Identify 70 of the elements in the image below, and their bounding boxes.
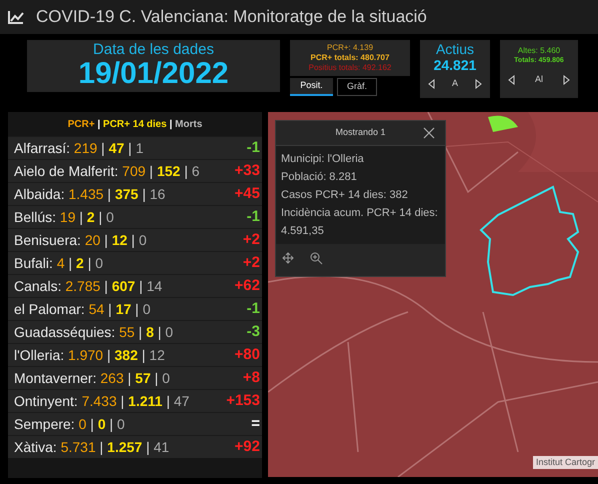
list-row[interactable]: Xàtiva: 5.731 | 1.257 | 41 +92 [8,435,262,458]
list-row[interactable]: Bellús: 19 | 2 | 0 -1 [8,205,262,228]
change-value: +45 [234,184,260,204]
municipality-stats: Benisuera: 20 | 12 | 0 [14,230,147,250]
municipality-stats: Bufali: 4 | 2 | 0 [14,254,104,273]
list-row[interactable]: Alfarrasí: 219 | 47 | 1 -1 [8,136,262,159]
close-icon[interactable] [423,127,435,139]
change-value: +62 [234,276,260,296]
change-value: +153 [226,390,260,411]
list-row[interactable]: Ontinyent: 7.433 | 1.211 | 47 +153 [8,389,262,412]
zoom-in-icon[interactable] [310,252,323,265]
popup-line: Municipi: l'Olleria [281,152,365,167]
popup-line: Casos PCR+ 14 dies: 382 [281,188,409,203]
stat-line: Positius totals: 492.162 [308,63,392,73]
chart-icon [8,10,24,24]
municipality-stats: Xàtiva: 5.731 | 1.257 | 41 [14,438,170,457]
municipality-stats: Montaverner: 263 | 57 | 0 [14,368,170,388]
popup-line: Incidència acum. PCR+ 14 dies: 4.591,35 [281,206,439,239]
change-value: -3 [246,322,260,342]
pager-label: Al [534,73,543,86]
municipality-stats: Albaida: 1.435 | 375 | 16 [14,184,166,204]
list-row[interactable]: Montaverner: 263 | 57 | 0 +8 [8,366,262,389]
municipality-stats: el Palomar: 54 | 17 | 0 [14,300,150,319]
previous-icon[interactable] [428,78,435,89]
list-row[interactable]: l'Olleria: 1.970 | 382 | 12 +80 [8,343,262,366]
list-row[interactable]: Bufali: 4 | 2 | 0 +2 [8,251,262,274]
municipality-stats: l'Olleria: 1.970 | 382 | 12 [14,346,165,365]
tab[interactable]: Gràf. [337,78,377,96]
attribution-text: Institut Cartogr [532,456,598,469]
list-row[interactable]: Canals: 2.785 | 607 | 14 +62 [8,274,262,297]
list-row[interactable]: Sempere: 0 | 0 | 0 = [8,412,262,435]
change-value: +33 [234,160,260,181]
window-title: COVID-19 C. Valenciana: Monitoratge de la situació [36,6,427,28]
municipality-stats: Guadasséquies: 55 | 8 | 0 [14,322,174,342]
municipality-stats: Alfarrasí: 219 | 47 | 1 [14,138,144,158]
legend-text: PCR+ | PCR+ 14 dies | Morts [68,118,202,132]
popup-line: Població: 8.281 [281,170,358,185]
next-icon[interactable] [474,78,482,89]
active-label: Actius [436,42,474,57]
previous-icon[interactable] [508,74,515,85]
change-value: +2 [242,230,260,250]
stat-line: PCR+ totals: 480.707 [310,53,390,63]
list-row[interactable]: Albaida: 1.435 | 375 | 16 +45 [8,182,262,205]
change-value: +8 [242,368,260,388]
stat-line: Altes: 5.460 [518,46,560,56]
date-value: 19/01/2022 [78,58,229,90]
change-value: +92 [234,436,260,457]
change-value: = [251,414,260,434]
popup-title: Mostrando 1 [335,126,386,140]
list-row[interactable]: Benisuera: 20 | 12 | 0 +2 [8,228,262,251]
municipality-stats: Aielo de Malferit: 709 | 152 | 6 [14,162,200,181]
change-value: -1 [246,138,260,158]
list-row[interactable]: Aielo de Malferit: 709 | 152 | 6 +33 [8,159,262,182]
stat-line: PCR+: 4.139 [326,43,374,53]
change-value: +2 [242,252,260,273]
tab[interactable]: Posit. [290,78,333,96]
change-value: +80 [234,344,260,365]
list-row[interactable]: el Palomar: 54 | 17 | 0 -1 [8,297,262,320]
date-label: Data de les dades [93,42,214,58]
municipality-stats: Canals: 2.785 | 607 | 14 [14,276,162,296]
municipality-stats: Bellús: 19 | 2 | 0 [14,208,114,227]
move-icon[interactable] [282,252,294,264]
change-value: -1 [246,298,260,319]
next-icon[interactable] [562,74,570,85]
list-row[interactable]: Guadasséquies: 55 | 8 | 0 -3 [8,320,262,343]
change-value: -1 [246,206,260,227]
municipality-stats: Sempere: 0 | 0 | 0 [14,414,125,434]
municipality-stats: Ontinyent: 7.433 | 1.211 | 47 [14,392,190,411]
pager-label: A [452,77,458,90]
active-value: 24.821 [434,57,476,73]
